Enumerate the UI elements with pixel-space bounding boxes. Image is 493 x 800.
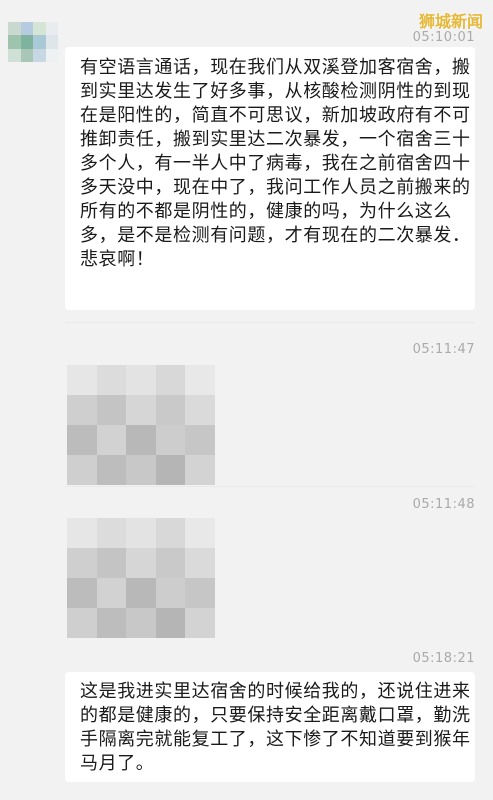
blurred-image[interactable] [67, 365, 215, 485]
timestamp: 05:11:47 [412, 342, 475, 357]
timestamp: 05:18:21 [412, 651, 475, 666]
timestamp: 05:10:01 [412, 30, 475, 45]
timestamp: 05:11:48 [412, 497, 475, 512]
message-text: 这是我进实里达宿舍的时候给我的，还说住进来的都是健康的，只要保持安全距离戴口罩，… [80, 681, 471, 774]
divider [65, 486, 475, 487]
avatar[interactable] [8, 22, 58, 62]
message-text: 有空语言通话，现在我们从双溪登加客宿舍，搬到实里达发生了好多事，从核酸检测阴性的… [80, 57, 471, 270]
watermark: 狮城新闻 [418, 12, 483, 31]
divider [65, 322, 475, 323]
blurred-image[interactable] [67, 518, 215, 638]
